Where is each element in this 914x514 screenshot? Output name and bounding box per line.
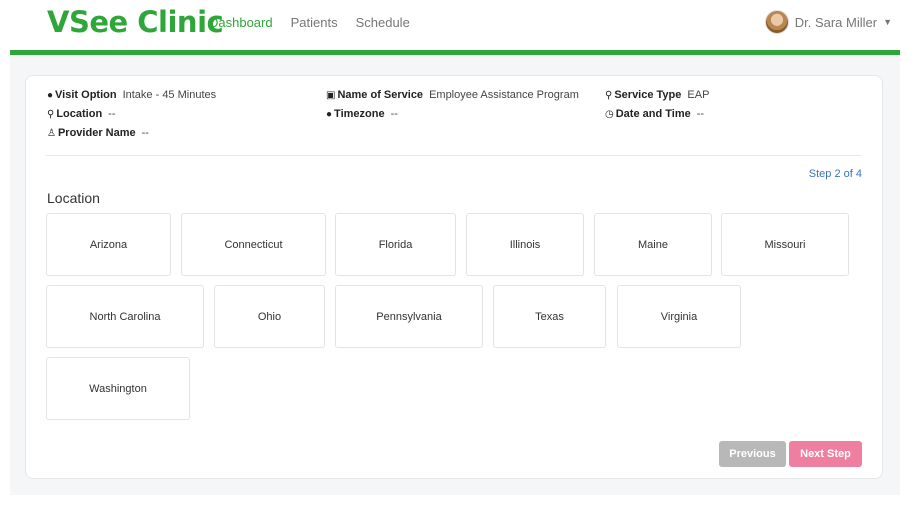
- location-option-maine[interactable]: Maine: [594, 213, 712, 276]
- date-time-field: ◷ Date and Time --: [605, 108, 704, 120]
- main-nav: Dashboard Patients Schedule: [209, 15, 410, 30]
- visit-option-label: Visit Option: [55, 89, 117, 101]
- divider: [46, 155, 862, 156]
- map-marker-icon: ⚲: [47, 109, 55, 120]
- service-type-label: Service Type: [614, 89, 682, 101]
- service-name-field: ▣ Name of Service Employee Assistance Prog…: [326, 89, 579, 101]
- previous-button[interactable]: Previous: [719, 441, 786, 467]
- briefcase-medical-icon: ▣: [326, 90, 336, 101]
- next-step-button[interactable]: Next Step: [789, 441, 862, 467]
- location-value: --: [108, 108, 116, 120]
- provider-value: --: [141, 127, 149, 139]
- info-icon: ●: [47, 90, 54, 101]
- timezone-label: Timezone: [334, 108, 385, 120]
- user-md-icon: ♙: [47, 128, 56, 139]
- top-navbar: VSee Clinic Dashboard Patients Schedule …: [0, 0, 914, 50]
- visit-option-field: ● Visit Option Intake - 45 Minutes: [47, 89, 216, 101]
- service-name-label: Name of Service: [337, 89, 424, 101]
- visit-option-value: Intake - 45 Minutes: [122, 89, 217, 101]
- map-marker-icon: ⚲: [605, 90, 613, 101]
- location-option-pennsylvania[interactable]: Pennsylvania: [335, 285, 483, 348]
- user-menu[interactable]: Dr. Sara Miller ▼: [764, 10, 892, 34]
- service-name-value: Employee Assistance Program: [429, 89, 579, 101]
- timezone-field: ● Timezone --: [326, 108, 398, 120]
- location-option-missouri[interactable]: Missouri: [721, 213, 849, 276]
- avatar: [764, 10, 789, 34]
- brand-logo[interactable]: VSee Clinic: [47, 5, 224, 39]
- globe-icon: ●: [326, 109, 333, 120]
- date-time-value: --: [696, 108, 705, 120]
- service-type-field: ⚲ Service Type EAP: [605, 89, 709, 101]
- location-label: Location: [56, 108, 103, 120]
- step-indicator: Step 2 of 4: [808, 168, 862, 180]
- location-option-virginia[interactable]: Virginia: [617, 285, 741, 348]
- chevron-down-icon: ▼: [883, 17, 892, 27]
- timezone-value: --: [390, 108, 398, 120]
- location-option-texas[interactable]: Texas: [493, 285, 606, 348]
- location-option-connecticut[interactable]: Connecticut: [181, 213, 326, 276]
- location-option-illinois[interactable]: Illinois: [466, 213, 584, 276]
- nav-schedule[interactable]: Schedule: [356, 15, 410, 30]
- service-type-value: EAP: [687, 89, 710, 101]
- location-field: ⚲ Location --: [47, 108, 116, 120]
- location-option-florida[interactable]: Florida: [335, 213, 456, 276]
- date-time-label: Date and Time: [615, 108, 691, 120]
- provider-label: Provider Name: [57, 127, 136, 139]
- location-option-north-carolina[interactable]: North Carolina: [46, 285, 204, 348]
- location-option-ohio[interactable]: Ohio: [214, 285, 325, 348]
- provider-field: ♙ Provider Name --: [47, 127, 149, 139]
- clock-icon: ◷: [605, 109, 614, 120]
- section-title: Location: [47, 190, 100, 206]
- nav-patients[interactable]: Patients: [291, 15, 338, 30]
- location-option-washington[interactable]: Washington: [46, 357, 190, 420]
- user-name: Dr. Sara Miller: [794, 14, 878, 30]
- location-option-arizona[interactable]: Arizona: [46, 213, 171, 276]
- nav-dashboard[interactable]: Dashboard: [209, 15, 273, 30]
